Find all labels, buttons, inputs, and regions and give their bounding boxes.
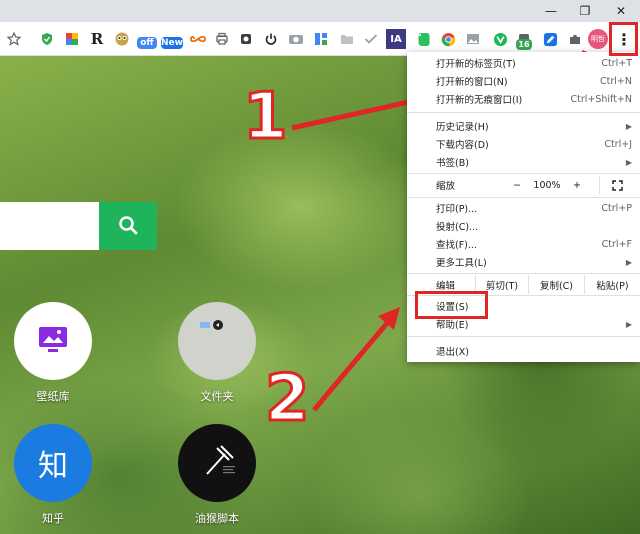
chrome-icon[interactable] — [438, 29, 458, 49]
colorful-extension-icon[interactable] — [62, 29, 82, 49]
power-extension-icon[interactable] — [261, 29, 281, 49]
menu-label: 打印(P)... — [436, 201, 477, 215]
shortcut-tampermonkey[interactable] — [178, 424, 256, 502]
menu-shortcut: Ctrl+P — [601, 203, 632, 214]
step-2-label: 2 — [265, 362, 310, 436]
menu-label: 查找(F)... — [436, 237, 477, 251]
menu-print[interactable]: 打印(P)... Ctrl+P — [407, 199, 640, 217]
menu-zoom-row: 缩放 − 100% + — [407, 176, 640, 194]
zoom-out-button[interactable]: − — [507, 180, 527, 191]
v-extension-icon[interactable] — [490, 29, 510, 49]
folder-icon — [200, 320, 224, 333]
chevron-right-icon: ▶ — [626, 320, 632, 329]
menu-cast[interactable]: 投射(C)... — [407, 217, 640, 235]
menu-label: 更多工具(L) — [436, 255, 487, 269]
menu-divider — [407, 173, 640, 174]
copy-button[interactable]: 复制(C) — [528, 275, 584, 294]
menu-new-window[interactable]: 打开新的窗口(N) Ctrl+N — [407, 72, 640, 90]
owl-extension-icon[interactable] — [112, 29, 132, 49]
extension-count-badge: 16 — [516, 39, 532, 50]
zoom-level: 100% — [527, 180, 567, 191]
menu-exit[interactable]: 退出(X) — [407, 342, 640, 360]
restore-button[interactable]: ❐ — [568, 0, 602, 22]
chevron-right-icon: ▶ — [626, 122, 632, 131]
folder-extension-icon[interactable] — [337, 29, 357, 49]
pen-extension-icon[interactable] — [540, 29, 560, 49]
menu-downloads[interactable]: 下载内容(D) Ctrl+J — [407, 135, 640, 153]
chevron-right-icon: ▶ — [626, 258, 632, 267]
title-bar: — ❐ ✕ — [0, 0, 640, 22]
close-button[interactable]: ✕ — [604, 0, 638, 22]
menu-incognito[interactable]: 打开新的无痕窗口(I) Ctrl+Shift+N — [407, 90, 640, 108]
shortcut-label: 壁纸库 — [0, 388, 108, 404]
menu-find[interactable]: 查找(F)... Ctrl+F — [407, 235, 640, 253]
menu-bookmarks[interactable]: 书签(B) ▶ — [407, 153, 640, 171]
browser-toolbar: R off New IA 16 — [0, 22, 640, 56]
tampermonkey-icon — [195, 440, 239, 487]
zhihu-logo: 知 — [38, 441, 68, 485]
ia-extension-icon[interactable]: IA — [386, 29, 406, 49]
menu-label: 打开新的无痕窗口(I) — [436, 92, 522, 106]
zoom-label: 缩放 — [407, 178, 507, 192]
search-input[interactable] — [0, 202, 100, 250]
shortcut-label: 知乎 — [0, 510, 108, 526]
check-extension-icon[interactable] — [361, 29, 381, 49]
menu-shortcut: Ctrl+J — [604, 139, 632, 150]
new-extension-badge[interactable]: New — [161, 37, 183, 49]
camera-extension-icon[interactable] — [286, 29, 306, 49]
image-extension-icon[interactable] — [463, 29, 483, 49]
menu-label: 退出(X) — [436, 344, 469, 358]
menu-label: 书签(B) — [436, 155, 469, 169]
menu-label: 投射(C)... — [436, 219, 478, 233]
menu-shortcut: Ctrl+F — [602, 239, 632, 250]
step-1-label: 1 — [243, 80, 288, 154]
menu-label: 帮助(E) — [436, 317, 468, 331]
grid-extension-icon[interactable] — [311, 29, 331, 49]
shortcut-wallpaper[interactable] — [14, 302, 92, 380]
infinity-extension-icon[interactable] — [188, 29, 208, 49]
menu-button-highlight-box — [609, 22, 638, 56]
extensions-puzzle-icon[interactable] — [565, 29, 585, 49]
star-icon[interactable] — [4, 29, 24, 49]
puzzle-extension-icon[interactable] — [236, 29, 256, 49]
r-extension-icon[interactable]: R — [87, 29, 107, 49]
shortcut-folder[interactable] — [178, 302, 256, 380]
minimize-button[interactable]: — — [534, 0, 568, 22]
menu-label: 下载内容(D) — [436, 137, 489, 151]
search-icon — [117, 214, 139, 239]
shortcut-label: 油猴脚本 — [162, 510, 272, 526]
shield-extension-icon[interactable] — [37, 29, 57, 49]
edit-label: 编辑 — [407, 278, 475, 292]
profile-avatar[interactable]: 明哲 — [588, 29, 608, 49]
printer-extension-icon[interactable] — [212, 29, 232, 49]
menu-divider — [407, 336, 640, 337]
off-extension-badge[interactable]: off — [137, 37, 157, 49]
settings-highlight-box — [415, 291, 488, 319]
menu-label: 历史记录(H) — [436, 119, 489, 133]
menu-shortcut: Ctrl+Shift+N — [570, 94, 632, 105]
menu-more-tools[interactable]: 更多工具(L) ▶ — [407, 253, 640, 271]
menu-shortcut: Ctrl+N — [600, 76, 632, 87]
shortcut-zhihu[interactable]: 知 — [14, 424, 92, 502]
chevron-right-icon: ▶ — [626, 158, 632, 167]
menu-divider — [407, 273, 640, 274]
search-button[interactable] — [99, 202, 157, 250]
zoom-in-button[interactable]: + — [567, 180, 587, 191]
paste-button[interactable]: 粘贴(P) — [584, 275, 640, 294]
evernote-extension-icon[interactable] — [414, 29, 434, 49]
fullscreen-icon[interactable] — [599, 176, 623, 194]
shortcut-label: 文件夹 — [162, 388, 272, 404]
menu-divider — [407, 112, 640, 113]
menu-shortcut: Ctrl+T — [601, 58, 632, 69]
menu-divider — [407, 197, 640, 198]
menu-new-tab[interactable]: 打开新的标签页(T) Ctrl+T — [407, 54, 640, 72]
menu-history[interactable]: 历史记录(H) ▶ — [407, 117, 640, 135]
menu-label: 打开新的标签页(T) — [436, 56, 516, 70]
menu-label: 打开新的窗口(N) — [436, 74, 508, 88]
wallpaper-icon — [38, 326, 68, 357]
